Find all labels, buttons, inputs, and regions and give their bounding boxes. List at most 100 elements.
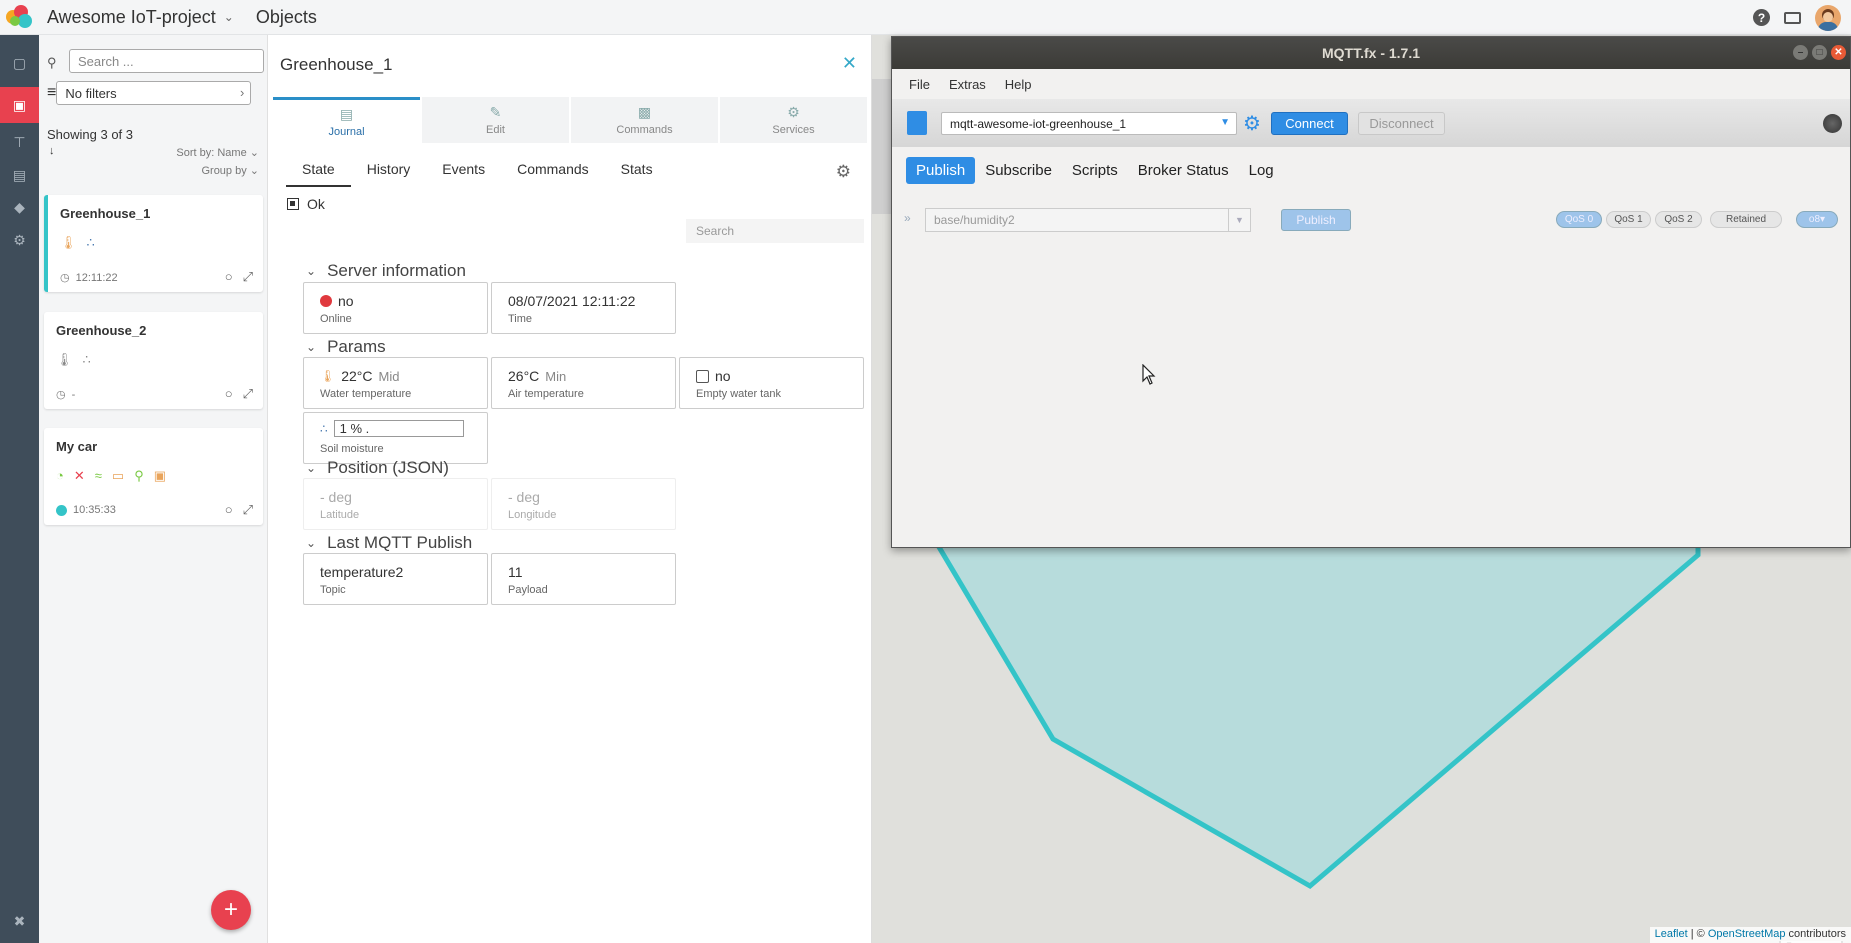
chevron-right-icon: › (240, 85, 245, 100)
project-name[interactable]: Awesome IoT-project (47, 7, 216, 28)
top-bar: Awesome IoT-project ⌄ Objects ? (0, 0, 1851, 35)
filter-field[interactable]: No filters › (56, 81, 252, 105)
app-logo[interactable] (4, 2, 34, 32)
field-label: Topic (320, 584, 346, 596)
settings-gear-icon[interactable]: ⚙ (1243, 111, 1261, 136)
connection-profile-select[interactable]: mqtt-awesome-iot-greenhouse_1 ▼ (941, 112, 1237, 135)
section-params[interactable]: ⌄ Params (306, 337, 386, 357)
clock-icon: ◷ (56, 389, 66, 401)
subtab-events[interactable]: Events (426, 161, 501, 187)
connect-button[interactable]: Connect (1271, 112, 1348, 135)
status-text: Ok (307, 196, 325, 212)
fit-icon[interactable]: ⤢ (243, 269, 253, 285)
state-search-input[interactable]: Search (686, 219, 864, 243)
expand-icon[interactable]: » (904, 211, 911, 225)
dropdown-arrow-icon[interactable]: ▼ (1228, 208, 1250, 232)
tab-services[interactable]: ⚙ Services (720, 97, 867, 143)
menu-help[interactable]: Help (1005, 77, 1032, 92)
subtab-commands[interactable]: Commands (501, 161, 605, 187)
publish-button[interactable]: Publish (1281, 209, 1351, 231)
qos1-toggle[interactable]: QoS 1 (1606, 211, 1651, 228)
speedometer-icon: ◔ (56, 468, 64, 483)
window-titlebar[interactable]: MQTT.fx - 1.7.1 – □ ✕ (892, 37, 1850, 69)
thermometer-icon: 🌡 (60, 235, 77, 250)
thermometer-icon: 🌡 (56, 352, 73, 367)
object-card[interactable]: Greenhouse_2 🌡 ∴ ◷ - ○ ⤢ (44, 312, 263, 409)
maximize-icon[interactable]: □ (1812, 45, 1827, 60)
soil-moisture-input[interactable]: 1 % . (333, 420, 464, 437)
field-label: Online (320, 313, 352, 325)
sort-direction-icon[interactable]: ↓ (49, 145, 55, 157)
field-label: Longitude (508, 509, 557, 521)
qos2-toggle[interactable]: QoS 2 (1655, 211, 1702, 228)
objects-icon[interactable]: ▣ (0, 87, 39, 123)
fit-icon[interactable]: ⤢ (243, 502, 253, 518)
field-label: Payload (508, 584, 548, 596)
gear-icon[interactable]: ⚙ (10, 231, 29, 250)
mail-icon[interactable] (1784, 11, 1801, 24)
inbox-icon[interactable]: ▤ (10, 166, 29, 185)
options-value: o8 (1808, 214, 1821, 225)
wifi-icon: ≈ (94, 468, 102, 483)
subtab-stats[interactable]: Stats (605, 161, 669, 187)
object-card[interactable]: Greenhouse_1 🌡 ∴ ◷ 12:11:22 ○ ⤢ (44, 195, 263, 292)
menu-extras[interactable]: Extras (949, 77, 986, 92)
fit-icon[interactable]: ⤢ (243, 386, 253, 402)
cube-icon[interactable]: ▢ (10, 54, 29, 73)
card-time: - (71, 388, 76, 401)
section-server-info[interactable]: ⌄ Server information (306, 261, 466, 281)
chevron-down-icon[interactable]: ⌄ (224, 10, 234, 24)
close-icon[interactable]: ✕ (842, 53, 857, 74)
attrib-contributors: contributors (1785, 928, 1846, 940)
tab-commands[interactable]: ▩ Commands (571, 97, 718, 143)
object-card[interactable]: My car ◔ ✕ ≈ ▭ ⚲ ▣ 10:35:33 ○ ⤢ (44, 428, 263, 525)
search-input[interactable]: Search ... (69, 49, 264, 73)
field-latitude: - deg Latitude (303, 478, 488, 530)
hierarchy-icon[interactable]: ⊤ (10, 133, 29, 152)
field-longitude: - deg Longitude (491, 478, 676, 530)
leaflet-link[interactable]: Leaflet (1655, 928, 1688, 940)
tab-publish[interactable]: Publish (906, 157, 976, 184)
settings-gear-icon[interactable]: ⚙ (836, 162, 851, 182)
tag-icon[interactable]: ◆ (10, 198, 29, 217)
topic-input[interactable]: base/humidity2 ▼ (925, 208, 1251, 232)
tank-checkbox[interactable] (696, 369, 709, 383)
tab-journal[interactable]: ▤ Journal (273, 97, 420, 143)
tab-log[interactable]: Log (1239, 157, 1284, 184)
avatar[interactable] (1815, 4, 1841, 31)
sort-by-dropdown[interactable]: Sort by: Name ⌄ (176, 146, 259, 159)
close-icon[interactable]: ✕ (1831, 45, 1846, 60)
terminal-icon: ▩ (637, 104, 652, 120)
locate-icon[interactable]: ○ (225, 269, 233, 285)
locate-icon[interactable]: ○ (225, 386, 233, 402)
minimize-icon[interactable]: – (1793, 45, 1808, 60)
card-time: 12:11:22 (75, 271, 118, 284)
chevron-down-icon: ⌄ (306, 264, 317, 278)
qos0-toggle[interactable]: QoS 0 (1556, 211, 1602, 228)
section-position[interactable]: ⌄ Position (JSON) (306, 458, 449, 478)
tab-broker-status[interactable]: Broker Status (1128, 157, 1239, 184)
object-list-panel: ⚲ Search ... ≡ No filters › Showing 3 of… (39, 35, 268, 943)
subtab-state[interactable]: State (286, 161, 351, 187)
osm-link[interactable]: OpenStreetMap (1708, 928, 1786, 940)
field-label: Time (508, 313, 533, 325)
retained-toggle[interactable]: Retained (1710, 211, 1782, 228)
tab-subscribe[interactable]: Subscribe (975, 157, 1062, 184)
disconnect-button[interactable]: Disconnect (1358, 112, 1445, 135)
tab-edit[interactable]: ✎ Edit (422, 97, 569, 143)
profile-file-icon[interactable] (907, 111, 927, 135)
add-object-button[interactable]: + (211, 890, 251, 930)
field-label: Air temperature (508, 388, 584, 400)
lock-icon: ▣ (153, 468, 167, 483)
options-dropdown[interactable]: o8 ▾ (1796, 211, 1838, 228)
help-icon[interactable]: ? (1753, 9, 1770, 26)
subtab-history[interactable]: History (351, 161, 427, 187)
tab-scripts[interactable]: Scripts (1062, 157, 1128, 184)
status-icon (287, 198, 299, 210)
locate-icon[interactable]: ○ (225, 502, 233, 518)
group-by-dropdown[interactable]: Group by ⌄ (201, 164, 259, 177)
section-last-mqtt[interactable]: ⌄ Last MQTT Publish (306, 533, 472, 553)
field-value: 26°C (508, 368, 540, 384)
tools-icon[interactable]: ✖ (10, 912, 29, 931)
menu-file[interactable]: File (909, 77, 930, 92)
